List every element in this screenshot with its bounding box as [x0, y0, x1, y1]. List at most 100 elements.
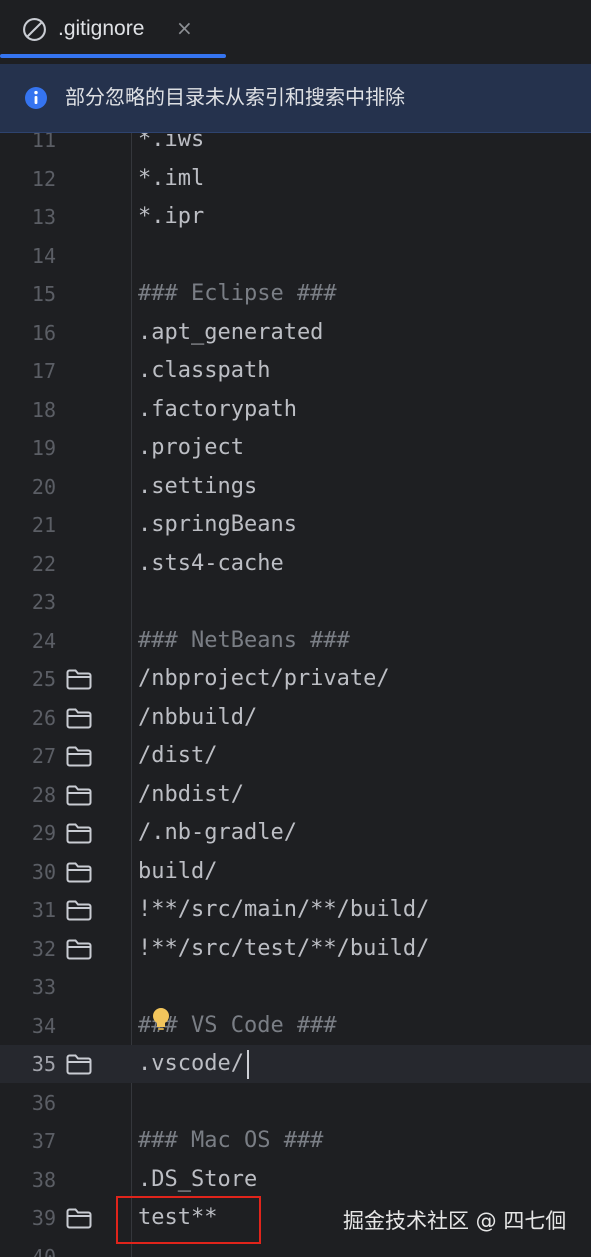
folder-icon[interactable] — [66, 669, 92, 690]
info-banner: 部分忽略的目录未从索引和搜索中排除 — [0, 64, 591, 133]
code-line[interactable]: 25/nbproject/private/ — [0, 660, 591, 698]
folder-icon[interactable] — [66, 900, 92, 921]
code-line[interactable]: 36 — [0, 1084, 591, 1122]
code-line[interactable]: 17 .classpath — [0, 352, 591, 390]
code-text: !**/src/test/**/build/ — [138, 935, 430, 961]
code-line[interactable]: 13 *.ipr — [0, 198, 591, 236]
folder-icon[interactable] — [66, 823, 92, 844]
folder-icon[interactable] — [66, 939, 92, 960]
code-text: /.nb-gradle/ — [138, 820, 297, 845]
code-line[interactable]: 30 build/ — [0, 853, 591, 891]
line-number: 30 — [31, 859, 56, 884]
lightbulb-icon[interactable] — [150, 1006, 172, 1032]
line-number: 25 — [31, 667, 56, 691]
line-number: 27 — [31, 744, 56, 768]
line-number: 33 — [31, 975, 56, 999]
line-number: 15 — [31, 282, 56, 306]
code-line[interactable]: 34 ### VS Code ### — [0, 1007, 591, 1045]
code-text: .vscode/ — [138, 1051, 244, 1076]
line-number: 22 — [31, 551, 56, 576]
line-number: 39 — [31, 1206, 56, 1230]
line-number: 35 — [31, 1052, 56, 1076]
code-line[interactable]: 18 .factorypath — [0, 391, 591, 429]
code-text: *.iws — [138, 133, 205, 152]
comment-text: ### Eclipse ### — [138, 281, 337, 306]
code-line[interactable]: 37 ### Mac OS ### — [0, 1122, 591, 1160]
close-tab-icon[interactable]: × — [176, 14, 193, 42]
code-text: .DS_Store — [138, 1166, 258, 1192]
folder-icon[interactable] — [66, 1054, 92, 1075]
code-text: *.ipr — [138, 204, 205, 229]
code-line[interactable]: 40 — [0, 1238, 591, 1257]
folder-icon[interactable] — [66, 1208, 92, 1229]
code-line[interactable]: 33 — [0, 968, 591, 1006]
watermark: 掘金技术社区 @ 四七佪 — [343, 1209, 567, 1233]
line-number: 19 — [31, 436, 56, 460]
code-text: /nbbuild/ — [138, 704, 258, 730]
code-line[interactable]: 16 .apt_generated — [0, 314, 591, 352]
tab-title: .gitignore — [58, 17, 145, 40]
code-text: .classpath — [138, 358, 271, 383]
code-line[interactable]: 32 !**/src/test/**/build/ — [0, 930, 591, 968]
comment-text: ### Mac OS ### — [138, 1128, 324, 1153]
code-text: .springBeans — [138, 512, 297, 537]
code-line[interactable]: 23 — [0, 583, 591, 621]
code-text: .sts4-cache — [138, 550, 284, 576]
line-number: 17 — [31, 359, 56, 383]
code-line[interactable]: 11 *.iws — [0, 133, 591, 159]
code-line[interactable]: 14 — [0, 237, 591, 275]
line-number: 40 — [31, 1244, 56, 1257]
folder-icon[interactable] — [66, 746, 92, 767]
code-line[interactable]: 24 ### NetBeans ### — [0, 622, 591, 660]
line-number: 24 — [31, 628, 56, 653]
folder-icon[interactable] — [66, 708, 92, 729]
code-text: .apt_generated — [138, 319, 324, 345]
line-number: 13 — [31, 205, 56, 229]
code-text: .settings — [138, 473, 258, 499]
code-text: *.iml — [138, 165, 205, 191]
active-tab-indicator — [0, 54, 226, 58]
line-number: 16 — [31, 320, 56, 345]
code-line[interactable]: 26/nbbuild/ — [0, 699, 591, 737]
annotation-highlight-box — [116, 1196, 261, 1244]
line-number: 32 — [31, 936, 56, 961]
code-line[interactable]: 28/nbdist/ — [0, 776, 591, 814]
code-line[interactable]: 12 *.iml — [0, 160, 591, 198]
line-number: 37 — [31, 1129, 56, 1153]
line-number: 20 — [31, 474, 56, 499]
banner-message: 部分忽略的目录未从索引和搜索中排除 — [65, 85, 405, 109]
ignored-file-icon — [23, 18, 46, 41]
code-line[interactable]: 38 .DS_Store — [0, 1161, 591, 1199]
code-line[interactable]: 21 .springBeans — [0, 506, 591, 544]
code-line[interactable]: 15 ### Eclipse ### — [0, 275, 591, 313]
line-number: 21 — [31, 513, 56, 537]
code-line[interactable]: 20 .settings — [0, 468, 591, 506]
code-text: .project — [138, 435, 244, 460]
line-number: 31 — [31, 898, 56, 922]
code-text: /nbproject/private/ — [138, 666, 390, 691]
line-number: 26 — [31, 705, 56, 730]
line-number: 29 — [31, 821, 56, 845]
line-number: 36 — [31, 1090, 56, 1115]
code-text: /dist/ — [138, 743, 218, 768]
line-number: 12 — [31, 166, 56, 191]
line-number: 23 — [31, 590, 56, 614]
folder-icon[interactable] — [66, 785, 92, 806]
comment-text: ### NetBeans ### — [138, 627, 350, 653]
folder-icon[interactable] — [66, 862, 92, 883]
code-line[interactable]: 19 .project — [0, 429, 591, 467]
code-line[interactable]: 31 !**/src/main/**/build/ — [0, 891, 591, 929]
code-text: /nbdist/ — [138, 781, 244, 807]
code-line[interactable]: 35 .vscode/ — [0, 1045, 591, 1083]
line-number: 34 — [31, 1013, 56, 1038]
code-text: build/ — [138, 858, 218, 884]
code-text: .factorypath — [138, 396, 297, 422]
tab-gitignore[interactable]: .gitignore × — [0, 0, 226, 58]
code-line[interactable]: 27/dist/ — [0, 737, 591, 775]
code-line[interactable]: 29 /.nb-gradle/ — [0, 814, 591, 852]
line-number: 38 — [31, 1167, 56, 1192]
editor-tab-bar: .gitignore × — [0, 0, 591, 58]
line-number: 14 — [31, 243, 56, 268]
code-line[interactable]: 22 .sts4-cache — [0, 545, 591, 583]
code-editor[interactable]: 11 *.iws 12 *.iml 13 *.ipr 14 15 ### Eclipse ###… — [0, 133, 591, 1257]
